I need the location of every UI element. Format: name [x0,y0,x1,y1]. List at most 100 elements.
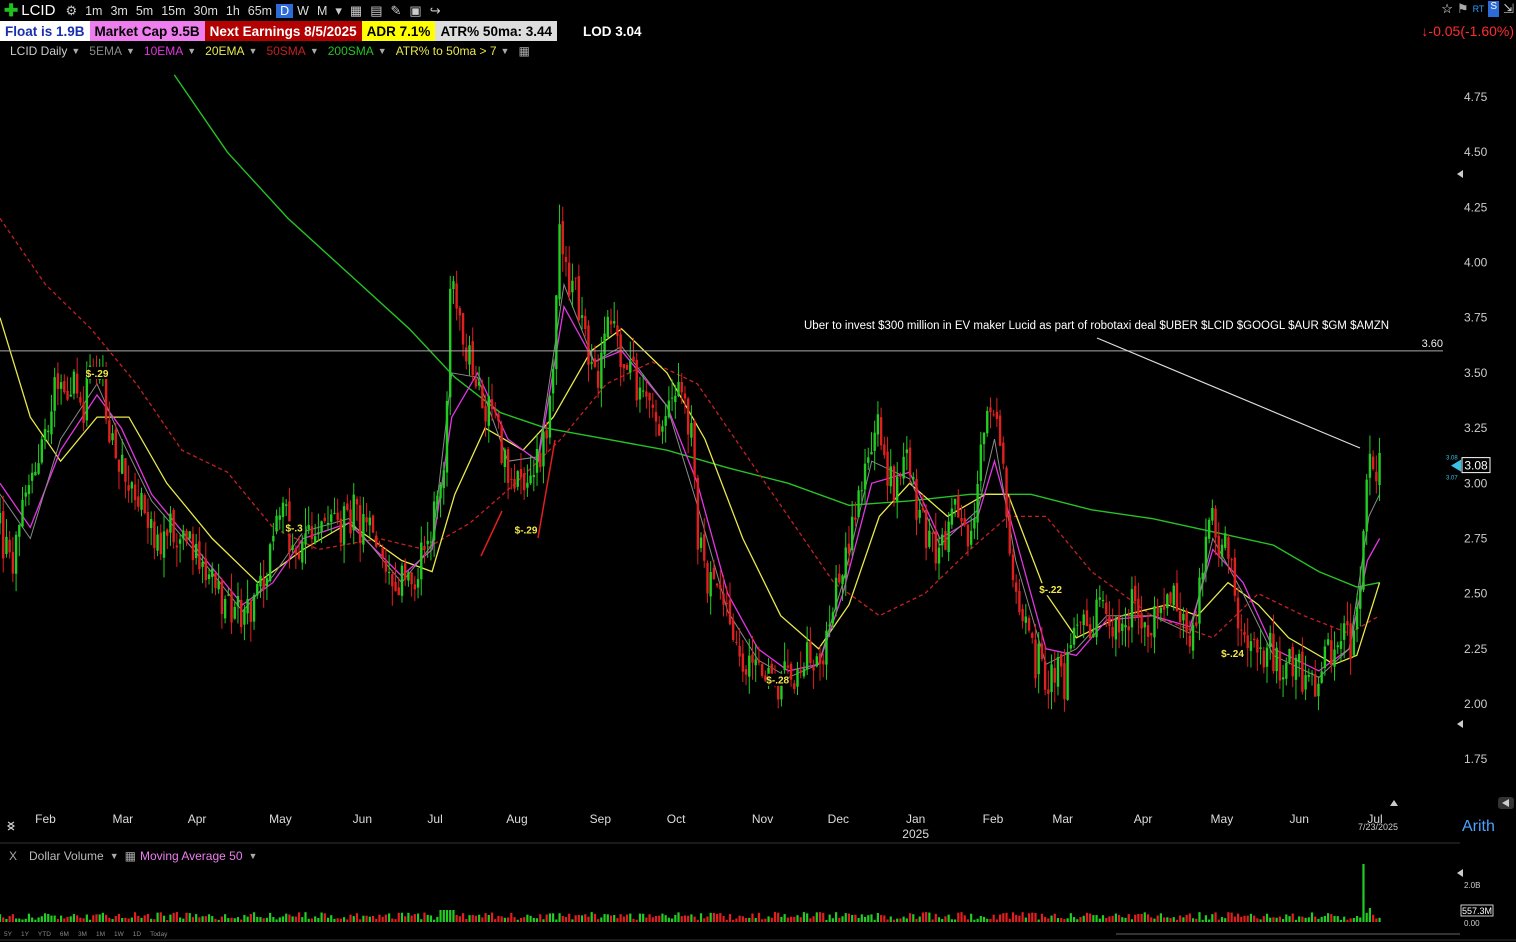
candle-body [413,584,417,590]
btf-5y[interactable]: 5Y [4,931,12,938]
volume-label[interactable]: Dollar Volume [29,849,104,863]
volume-bar [854,914,857,922]
candle-body [1153,606,1156,638]
volume-ma-caret-icon[interactable]: ▼ [249,851,258,861]
volume-bar [806,913,809,922]
volume-axis-zero: 0.00 [1464,919,1480,928]
volume-bar [1182,917,1185,922]
scale-mode[interactable]: Arith [1462,818,1495,836]
candle-body [715,583,719,586]
candle-body [423,545,426,549]
volume-bar [175,912,178,922]
candle-body [1095,599,1098,638]
x-month-label: Dec [828,812,849,826]
candle-body [1256,639,1259,653]
price-tag-small: 3.08 [1446,456,1458,462]
volume-bar [609,915,613,922]
candle-body [786,665,790,668]
btf-1w[interactable]: 1W [114,931,124,938]
candle-body [34,471,37,476]
volume-bar [834,912,838,922]
volume-bar [638,913,642,922]
volume-bar [121,917,124,922]
candle-body [320,521,323,533]
volume-bar [809,918,812,922]
volume-bar [236,917,240,922]
btf-ytd[interactable]: YTD [38,931,51,938]
volume-bar [416,913,420,922]
volume-table-icon[interactable]: ▦ [125,849,136,863]
btf-1d[interactable]: 1D [133,931,141,938]
volume-bar [950,919,953,922]
candle-body [259,575,262,587]
volume-bar [204,916,207,922]
candle-body [892,466,896,501]
volume-bar [1359,917,1362,922]
candle-body [104,373,108,420]
volume-bar [654,916,658,922]
x-month-label: Apr [1134,812,1153,826]
volume-bar [1111,915,1114,922]
volume-bar [773,912,777,922]
candle-body [683,393,687,399]
candle-body [1063,663,1066,700]
candle-body [1076,624,1079,626]
btf-1y[interactable]: 1Y [21,931,29,938]
candle-body [613,321,616,324]
candle-body [426,540,429,545]
btf-3m[interactable]: 3M [78,931,87,938]
volume-bar [1188,913,1191,922]
ema10-line [0,304,1381,672]
close-pane-icon[interactable]: X [9,849,17,863]
candle-body [1092,633,1095,637]
volume-bar [802,912,806,922]
btf-today[interactable]: Today [150,931,167,938]
x-month-label: Sep [590,812,612,826]
candle-body [1011,554,1015,581]
candle-body [465,347,468,362]
btf-6m[interactable]: 6M [60,931,69,938]
btf-1m[interactable]: 1M [96,931,105,938]
x-month-label: Aug [506,812,527,826]
volume-bar [342,917,346,922]
candle-body [198,541,201,570]
y-tick-label: 3.50 [1464,366,1488,380]
volume-bar [5,918,8,922]
volume-bar [1108,916,1111,922]
candle-body [1285,662,1288,679]
volume-bar [362,915,365,922]
candle-body [153,521,156,548]
volume-bar [8,916,11,922]
candle-body [1368,453,1372,478]
candle-body [1021,608,1024,622]
x-month-label: May [269,812,292,826]
volume-bar [963,915,966,922]
candle-body [24,492,27,497]
candle-body [986,410,989,434]
candle-body [831,612,835,624]
volume-caret-icon[interactable]: ▼ [110,851,119,861]
bottom-timeframes: 5Y 1Y YTD 6M 3M 1M 1W 1D Today [4,931,167,938]
volume-bar [999,914,1002,922]
volume-bar [677,912,680,922]
price-chart[interactable]: 3.60 Uber to invest $300 million in EV ma… [0,0,1516,942]
candle-body [11,551,15,574]
resistance-label: 3.60 [1422,338,1443,350]
candle-body [487,395,490,426]
volume-bar [564,917,568,922]
candle-body [69,394,72,397]
volume-bar [722,916,725,922]
volume-bar [429,915,433,922]
candle-body [355,498,359,505]
volume-bar [976,918,979,922]
volume-bar [860,914,863,922]
volume-bar [1246,915,1249,922]
volume-bar [95,914,98,922]
candle-body [188,531,191,539]
volume-bar [1011,912,1015,922]
candle-body [1349,623,1352,659]
volume-bar [1069,913,1072,922]
volume-bar [1060,918,1063,922]
volume-ma-label[interactable]: Moving Average 50 [140,849,243,863]
candle-body [1230,559,1233,561]
